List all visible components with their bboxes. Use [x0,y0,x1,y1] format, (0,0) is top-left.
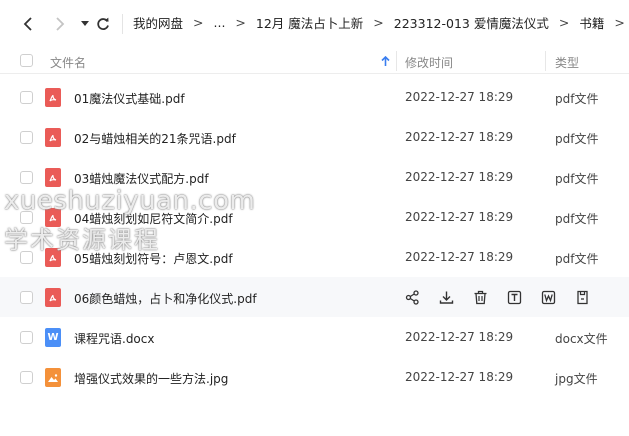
breadcrumb-separator: > [614,15,625,30]
breadcrumb-item-my-drive[interactable]: 我的网盘 [133,13,183,32]
file-modified-date: 2022-12-27 18:29 [405,250,514,264]
select-all-checkbox[interactable] [20,54,33,67]
pdf-file-icon [45,128,61,147]
delete-button[interactable] [472,289,489,306]
delete-icon [474,290,487,305]
breadcrumb: 我的网盘 > ... > 12月 魔法占卜上新 > 223312-013 爱情魔… [133,13,629,32]
file-row[interactable]: 01魔法仪式基础.pdf 2022-12-27 18:29 pdf文件 [0,77,629,117]
file-row[interactable]: 04蜡烛刻划如尼符文简介.pdf 2022-12-27 18:29 pdf文件 [0,197,629,237]
file-name[interactable]: 02与蜡烛相关的21条咒语.pdf [74,130,236,147]
breadcrumb-separator: > [373,15,384,30]
refresh-icon [97,17,109,30]
file-row[interactable]: 增强仪式效果的一些方法.jpg 2022-12-27 18:29 jpg文件 [0,357,629,397]
breadcrumb-separator: > [235,15,246,30]
file-name[interactable]: 05蜡烛刻划符号：卢恩文.pdf [74,250,233,267]
file-name[interactable]: 06颜色蜡烛，占卜和净化仪式.pdf [74,290,257,307]
more-button[interactable] [574,289,591,306]
file-modified-date: 2022-12-27 18:29 [405,210,514,224]
chevron-left-icon [23,17,32,31]
pdf-file-icon [45,288,61,307]
breadcrumb-item-love-magic[interactable]: 223312-013 爱情魔法仪式 [394,13,549,32]
file-type: docx文件 [555,332,608,346]
pdf-file-icon [45,248,61,267]
breadcrumb-item-december[interactable]: 12月 魔法占卜上新 [256,13,363,32]
back-button[interactable] [17,12,39,36]
file-type: pdf文件 [555,92,599,106]
file-name[interactable]: 增强仪式效果的一些方法.jpg [74,370,228,387]
file-type: pdf文件 [555,212,599,226]
column-header-name[interactable]: 文件名 [50,54,86,71]
image-file-icon [45,368,61,387]
file-modified-date: 2022-12-27 18:29 [405,90,514,104]
file-name[interactable]: 课程咒语.docx [74,330,154,347]
file-modified-date: 2022-12-27 18:29 [405,130,514,144]
rename-button[interactable] [506,289,523,306]
breadcrumb-item-books[interactable]: 书籍 [579,13,604,32]
file-type: jpg文件 [555,372,598,386]
chevron-right-icon [56,17,65,31]
row-checkbox[interactable] [20,91,33,104]
share-icon [405,290,419,305]
row-checkbox[interactable] [20,291,33,304]
refresh-button[interactable] [92,12,114,36]
pdf-file-icon [45,208,61,227]
pdf-file-icon [45,168,61,187]
column-divider[interactable] [396,51,397,71]
breadcrumb-item-ellipsis[interactable]: ... [214,15,226,30]
download-icon [439,291,454,304]
nav-divider [122,14,123,34]
row-checkbox[interactable] [20,211,33,224]
file-name[interactable]: 03蜡烛魔法仪式配方.pdf [74,170,209,187]
column-header-modified[interactable]: 修改时间 [405,54,453,71]
file-list-header: 文件名 修改时间 类型 [0,48,629,74]
file-name[interactable]: 04蜡烛刻划如尼符文简介.pdf [74,210,233,227]
file-modified-date: 2022-12-27 18:29 [405,330,514,344]
caret-down-icon [81,21,89,26]
pdf-file-icon [45,88,61,107]
rename-icon [507,290,522,305]
file-row[interactable]: 05蜡烛刻划符号：卢恩文.pdf 2022-12-27 18:29 pdf文件 [0,237,629,277]
row-checkbox[interactable] [20,131,33,144]
file-type: pdf文件 [555,132,599,146]
column-divider[interactable] [545,51,546,71]
row-checkbox[interactable] [20,171,33,184]
breadcrumb-separator: > [193,15,204,30]
download-button[interactable] [438,289,455,306]
row-checkbox[interactable] [20,371,33,384]
file-row[interactable]: 03蜡烛魔法仪式配方.pdf 2022-12-27 18:29 pdf文件 [0,157,629,197]
row-checkbox[interactable] [20,251,33,264]
file-type: pdf文件 [555,252,599,266]
more-icon [577,290,588,305]
breadcrumb-separator: > [558,15,570,30]
file-row-hovered[interactable]: 06颜色蜡烛，占卜和净化仪式.pdf [0,277,629,317]
file-type: pdf文件 [555,172,599,186]
file-modified-date: 2022-12-27 18:29 [405,370,514,384]
word-file-icon: W [45,328,61,347]
row-checkbox[interactable] [20,331,33,344]
convert-button[interactable] [540,289,557,306]
navigation-bar: 我的网盘 > ... > 12月 魔法占卜上新 > 223312-013 爱情魔… [0,0,629,48]
file-row[interactable]: W 课程咒语.docx 2022-12-27 18:29 docx文件 [0,317,629,357]
share-button[interactable] [404,289,421,306]
file-row[interactable]: 02与蜡烛相关的21条咒语.pdf 2022-12-27 18:29 pdf文件 [0,117,629,157]
forward-button[interactable] [49,12,71,36]
convert-icon [541,290,556,305]
row-actions [404,289,608,306]
file-modified-date: 2022-12-27 18:29 [405,170,514,184]
arrow-up-icon[interactable] [381,56,390,67]
file-name[interactable]: 01魔法仪式基础.pdf [74,90,185,107]
column-header-type[interactable]: 类型 [555,54,579,71]
